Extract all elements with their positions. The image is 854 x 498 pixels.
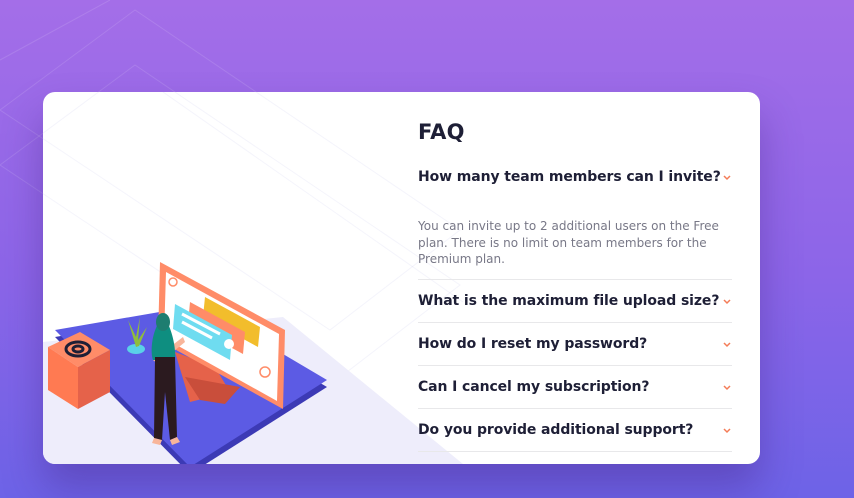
- faq-question-text: Do you provide additional support?: [418, 421, 694, 438]
- chevron-down-icon: [723, 175, 731, 181]
- faq-question-text: Can I cancel my subscription?: [418, 378, 650, 395]
- faq-card: FAQ How many team members can I invite? …: [43, 92, 760, 464]
- faq-section: FAQ How many team members can I invite? …: [418, 120, 732, 452]
- faq-answer-team-members: You can invite up to 2 additional users …: [418, 219, 719, 266]
- faq-item: How do I reset my password?: [418, 323, 732, 366]
- faq-question-text: How many team members can I invite?: [418, 169, 721, 185]
- faq-question-text: How do I reset my password?: [418, 335, 648, 352]
- faq-item: What is the maximum file upload size?: [418, 280, 732, 323]
- faq-item: How many team members can I invite? You …: [418, 156, 732, 280]
- faq-question-upload-size[interactable]: What is the maximum file upload size?: [418, 280, 732, 322]
- faq-question-additional-support[interactable]: Do you provide additional support?: [418, 409, 732, 451]
- faq-question-cancel-subscription[interactable]: Can I cancel my subscription?: [418, 366, 732, 408]
- faq-item: Do you provide additional support?: [418, 409, 732, 452]
- chevron-down-icon: [723, 298, 731, 304]
- faq-question-reset-password[interactable]: How do I reset my password?: [418, 323, 732, 365]
- chevron-down-icon: [723, 427, 731, 433]
- chevron-down-icon: [723, 341, 731, 347]
- faq-question-text: What is the maximum file upload size?: [418, 292, 720, 309]
- faq-title: FAQ: [418, 120, 465, 144]
- faq-question-team-members[interactable]: How many team members can I invite?: [418, 156, 732, 198]
- faq-item: Can I cancel my subscription?: [418, 366, 732, 409]
- woman-at-screen-illustration: [48, 262, 327, 464]
- chevron-down-icon: [723, 384, 731, 390]
